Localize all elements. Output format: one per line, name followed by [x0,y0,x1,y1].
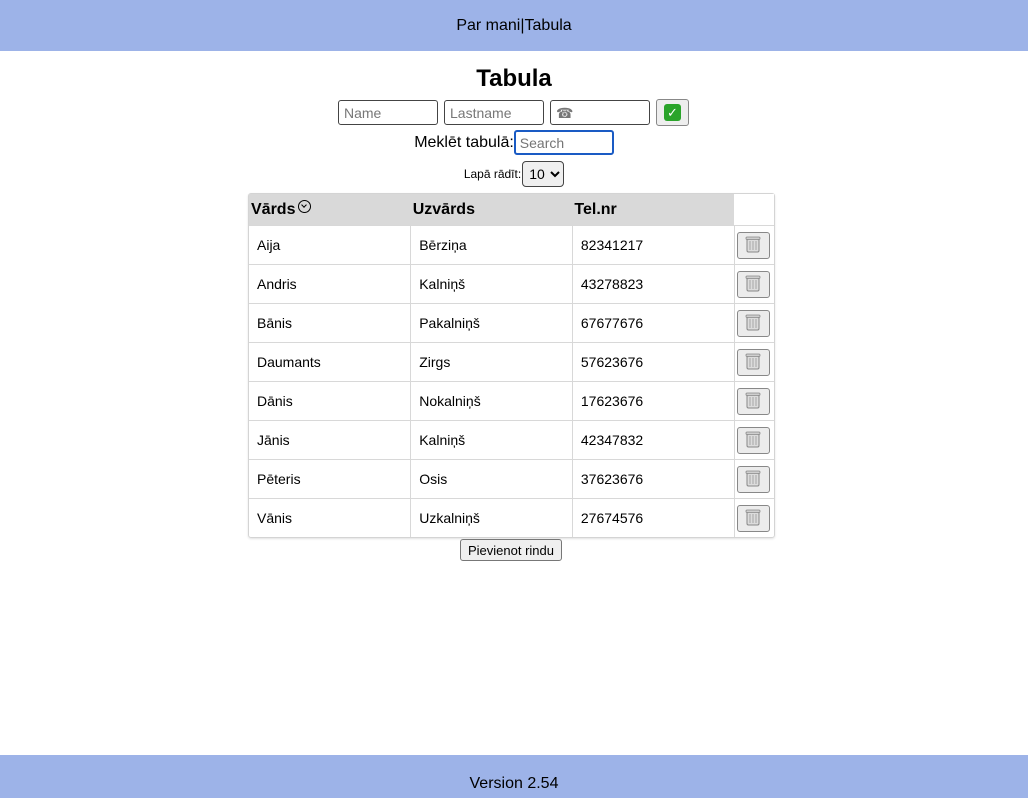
cell-first-name: Vānis [249,498,412,537]
table-row: Bānis Pakalniņš 67677676 [249,303,774,343]
cell-first-name: Pēteris [249,459,412,499]
table-row: Andris Kalniņš 43278823 [249,264,774,304]
footer: Version 2.54 [0,755,1028,798]
add-entry-form: ✓ [338,99,689,126]
cell-phone: 67677676 [572,303,735,343]
confirm-add-button[interactable]: ✓ [656,99,689,126]
table-row: Aija Bērziņa 82341217 [249,225,774,265]
trash-icon [745,469,761,490]
cell-last-name: Pakalniņš [410,303,573,343]
cell-actions [734,381,774,421]
table-row: Pēteris Osis 37623676 [249,459,774,499]
delete-row-button[interactable] [736,309,770,337]
cell-actions [734,264,774,304]
table-row: Dānis Nokalniņš 17623676 [249,381,774,421]
cell-phone: 37623676 [572,459,735,499]
cell-first-name: Jānis [249,420,412,460]
page-title: Tabula [476,65,552,92]
cell-phone: 82341217 [572,225,735,265]
cell-last-name: Kalniņš [410,264,573,304]
trash-icon [745,508,761,529]
lastname-input[interactable] [444,100,544,125]
delete-row-button[interactable] [736,270,770,298]
cell-last-name: Uzkalniņš [410,498,573,537]
table-row: Vānis Uzkalniņš 27674576 [249,498,774,537]
table-body: Aija Bērziņa 82341217 Andris Kalniņš 43278823… [249,225,774,537]
top-navigation-bar: Par mani | Tabula [0,0,1028,51]
people-table-container: Vārds Uzvārds Tel.nr Aija Bērziņa 82341217… [248,193,775,538]
name-input[interactable] [338,100,438,125]
check-mark-icon: ✓ [664,104,681,121]
column-header-actions [734,194,774,226]
nav-link-table[interactable]: Tabula [525,17,572,35]
delete-row-button[interactable] [736,231,770,259]
table-header-row: Vārds Uzvārds Tel.nr [249,194,774,226]
cell-first-name: Daumants [249,342,412,382]
column-header-last-name[interactable]: Uzvārds [410,194,573,226]
cell-last-name: Osis [410,459,573,499]
cell-last-name: Bērziņa [410,225,573,265]
trash-icon [745,235,761,256]
cell-last-name: Zirgs [410,342,573,382]
delete-row-button[interactable] [736,348,770,376]
cell-first-name: Dānis [249,381,412,421]
cell-phone: 43278823 [572,264,735,304]
cell-actions [734,459,774,499]
cell-last-name: Kalniņš [410,420,573,460]
delete-row-button[interactable] [736,465,770,493]
chevron-circle-down-icon[interactable] [298,200,312,213]
cell-phone: 57623676 [572,342,735,382]
table-row: Jānis Kalniņš 42347832 [249,420,774,460]
delete-row-button[interactable] [736,387,770,415]
version-label: Version 2.54 [469,774,559,792]
cell-actions [734,420,774,460]
per-page-row: Lapā rādīt: 10 [0,161,1028,187]
cell-phone: 17623676 [572,381,735,421]
column-header-label: Uzvārds [412,200,475,218]
search-input[interactable] [513,130,614,155]
table-row: Daumants Zirgs 57623676 [249,342,774,382]
trash-icon [745,430,761,451]
cell-phone: 42347832 [572,420,735,460]
delete-row-button[interactable] [736,426,770,454]
per-page-select[interactable]: 10 [522,161,565,187]
cell-actions [734,303,774,343]
cell-first-name: Andris [249,264,412,304]
add-row-button[interactable]: Pievienot rindu [460,539,562,561]
delete-row-button[interactable] [736,504,770,532]
nav-link-about[interactable]: Par mani [456,17,520,35]
trash-icon [745,274,761,295]
column-header-label: Tel.nr [574,200,617,218]
column-header-label: Vārds [251,201,296,218]
people-table: Vārds Uzvārds Tel.nr Aija Bērziņa 82341217… [249,194,774,537]
trash-icon [745,352,761,373]
cell-phone: 27674576 [572,498,735,537]
trash-icon [745,391,761,412]
trash-icon [745,313,761,334]
cell-actions [734,498,774,537]
search-row: Meklēt tabulā: [0,130,1028,155]
cell-first-name: Bānis [249,303,412,343]
search-label: Meklēt tabulā: [414,133,514,151]
cell-actions [734,342,774,382]
cell-last-name: Nokalniņš [410,381,573,421]
column-header-first-name[interactable]: Vārds [249,194,411,226]
phone-input[interactable] [550,100,650,125]
column-header-phone[interactable]: Tel.nr [572,194,735,226]
cell-first-name: Aija [249,225,412,265]
cell-actions [734,225,774,265]
per-page-label: Lapā rādīt: [463,167,522,181]
